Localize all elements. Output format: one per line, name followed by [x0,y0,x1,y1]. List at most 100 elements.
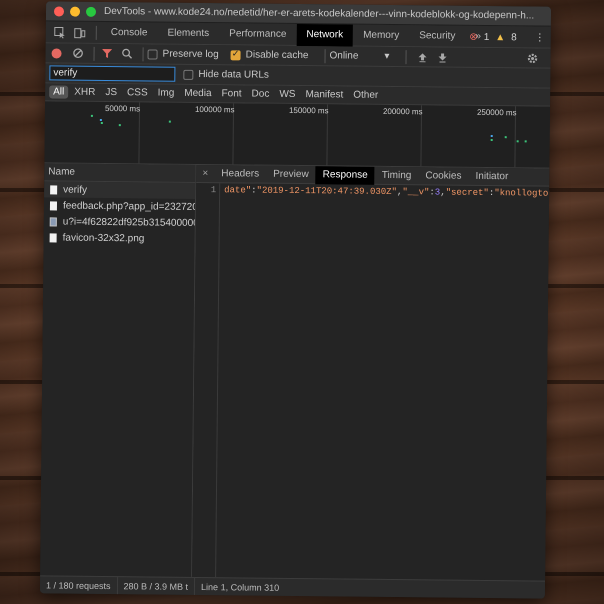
warning-icon: ▲ [495,31,506,43]
tab-elements[interactable]: Elements [157,22,219,45]
timeline-tick-label: 150000 ms [288,105,329,116]
timeline-tick-label: 250000 ms [476,107,517,118]
request-list: Name verify feedback.php?app_id=232720..… [40,163,197,577]
request-row[interactable]: verify [44,181,196,199]
tab-headers[interactable]: Headers [214,165,266,184]
preserve-log-checkbox[interactable] [147,48,158,60]
line-number: 1 [210,185,217,196]
chevron-down-icon: ▾ [384,50,390,62]
gear-icon[interactable] [524,50,540,66]
tab-security[interactable]: Security [409,25,465,48]
throttling-value: Online [329,50,359,62]
request-row[interactable]: feedback.php?app_id=232720... [44,197,195,215]
search-icon[interactable] [118,46,134,62]
timeline-tick-label: 100000 ms [194,104,235,115]
import-har-icon[interactable] [414,49,430,65]
timeline-marker [490,135,493,138]
export-har-icon[interactable] [434,49,450,65]
type-filter-css[interactable]: CSS [123,86,152,99]
zoom-window-button[interactable] [85,6,97,17]
window-controls [53,5,97,17]
document-icon [49,232,57,242]
timeline-marker [90,114,93,117]
request-name: verify [63,184,88,196]
network-main-area: Name verify feedback.php?app_id=232720..… [40,163,551,581]
minimize-window-button[interactable] [69,6,81,17]
separator [93,46,95,61]
separator [95,25,97,40]
image-icon [49,216,57,226]
separator [142,46,144,61]
disable-cache-label: Disable cache [245,49,309,62]
timeline-tick-label: 50000 ms [104,103,141,114]
transfer-size: 280 B / 3.9 MB t [117,576,196,596]
filter-icon[interactable] [98,45,114,61]
network-overview-timeline[interactable]: 50000 ms 100000 ms 150000 ms 200000 ms 2… [44,101,551,169]
timeline-marker [118,124,121,127]
close-window-button[interactable] [53,5,65,17]
json-key: date" [224,185,252,196]
timeline-tick-label: 200000 ms [382,106,423,117]
document-icon [50,184,58,194]
type-filter-media[interactable]: Media [180,87,215,100]
json-key: "secret" [445,187,489,199]
separator [324,48,326,63]
json-value: "2019-12-11T20:47:39.030Z" [256,185,398,198]
type-filter-xhr[interactable]: XHR [70,86,99,99]
device-toolbar-icon[interactable] [72,24,88,40]
timeline-marker [490,139,493,142]
line-number-gutter: 1 [192,182,221,578]
request-name: feedback.php?app_id=232720... [62,200,196,213]
request-count: 1 / 180 requests [39,575,118,595]
type-filter-doc[interactable]: Doc [248,87,274,100]
type-filter-all[interactable]: All [49,85,69,99]
name-column-header[interactable]: Name [44,163,196,183]
type-filter-font[interactable]: Font [217,87,245,100]
hide-data-urls-checkbox[interactable] [183,69,194,80]
request-row[interactable]: favicon-32x32.png [44,229,195,247]
timeline-marker [100,121,103,124]
inspect-element-icon[interactable] [52,24,68,40]
request-name: favicon-32x32.png [62,232,145,244]
disable-cache-checkbox[interactable] [230,49,241,60]
devtools-window: DevTools - www.kode24.no/nedetid/her-er-… [39,1,552,599]
request-row[interactable]: u?i=4f62822df925b315400000... [44,213,195,231]
type-filter-other[interactable]: Other [349,89,382,102]
error-icon: ⊗ [469,31,478,43]
tab-response[interactable]: Response [315,165,375,185]
record-button[interactable] [51,47,62,59]
json-value: "knollogtott" [494,188,552,199]
json-key: "__v" [402,187,430,198]
tab-memory[interactable]: Memory [353,24,409,47]
response-code-line: date":"2019-12-11T20:47:39.030Z","__v":3… [224,185,551,199]
kebab-menu-icon[interactable]: ⋮ [535,32,545,43]
window-title: DevTools - www.kode24.no/nedetid/her-er-… [103,5,535,22]
type-filter-manifest[interactable]: Manifest [301,88,347,101]
timeline-marker [168,120,171,123]
type-filter-ws[interactable]: WS [275,88,299,101]
tab-cookies[interactable]: Cookies [418,167,468,186]
document-icon [49,200,58,210]
tab-preview[interactable]: Preview [266,165,316,184]
type-filter-img[interactable]: Img [154,87,179,100]
preserve-log-label: Preserve log [162,48,219,61]
throttling-select[interactable]: Online ▾ [329,50,389,62]
type-filter-js[interactable]: JS [101,86,121,99]
tab-network[interactable]: Network [296,23,354,47]
timeline-marker [504,136,507,139]
tab-performance[interactable]: Performance [219,23,296,46]
hide-data-urls-label: Hide data URLs [198,68,270,81]
timeline-marker [524,140,527,143]
tab-initiator[interactable]: Initiator [468,167,515,185]
separator [405,49,407,64]
request-name: u?i=4f62822df925b315400000... [62,216,195,229]
filter-input[interactable] [49,65,176,82]
issue-counters[interactable]: ⊗ 1 ▲ 8 ⋮ [469,26,545,49]
error-count: 1 [483,31,490,43]
response-viewer[interactable]: 1 date":"2019-12-11T20:47:39.030Z","__v"… [192,182,551,581]
close-icon[interactable]: × [196,168,214,179]
tab-timing[interactable]: Timing [375,166,419,184]
clear-icon[interactable] [69,45,85,61]
warning-count: 8 [511,31,517,43]
tab-console[interactable]: Console [101,21,158,44]
